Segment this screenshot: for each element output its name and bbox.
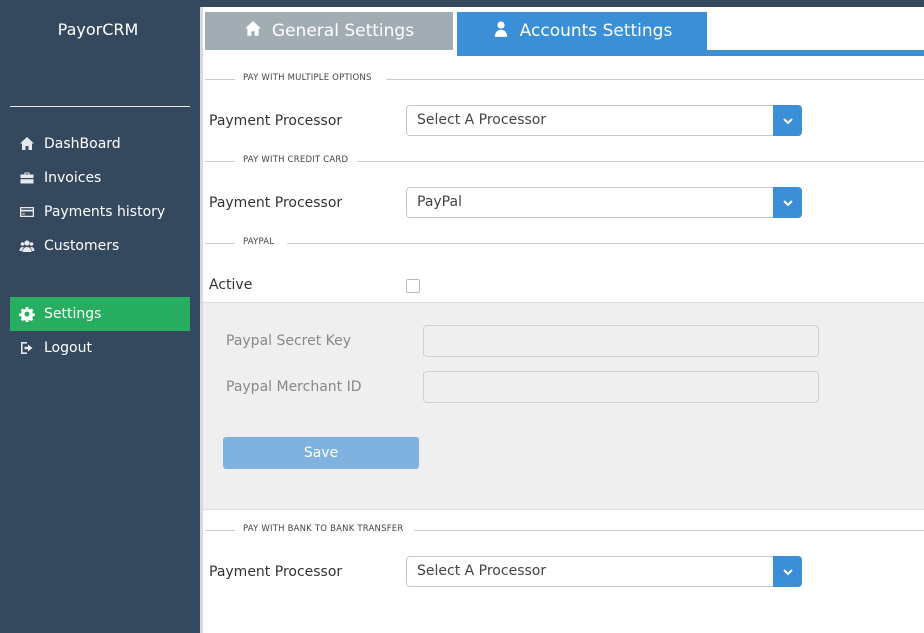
briefcase-icon bbox=[10, 170, 44, 186]
sidebar-item-dashboard[interactable]: DashBoard bbox=[10, 127, 190, 161]
payment-processor-label: Payment Processor bbox=[209, 564, 343, 580]
gear-icon bbox=[10, 306, 44, 322]
payment-processor-label: Payment Processor bbox=[209, 195, 343, 211]
paypal-merchant-id-input[interactable] bbox=[423, 371, 819, 403]
logout-icon bbox=[10, 340, 44, 356]
section-header-paypal: PAYPAL bbox=[205, 237, 924, 249]
tab-bar: General Settings Accounts Settings bbox=[203, 7, 924, 56]
active-label: Active bbox=[209, 277, 253, 293]
sidebar-item-invoices[interactable]: Invoices bbox=[10, 161, 190, 195]
user-icon bbox=[492, 20, 510, 43]
multiple-options-processor-select[interactable]: Select A Processor bbox=[406, 105, 802, 136]
tab-general-settings[interactable]: General Settings bbox=[205, 12, 453, 50]
select-value: PayPal bbox=[417, 194, 462, 210]
sidebar-item-label: Logout bbox=[44, 340, 92, 356]
sidebar-item-label: Settings bbox=[44, 306, 102, 322]
payment-processor-label: Payment Processor bbox=[209, 113, 343, 129]
credit-card-processor-select[interactable]: PayPal bbox=[406, 187, 802, 218]
select-value: Select A Processor bbox=[417, 112, 547, 128]
sidebar-item-label: Payments history bbox=[44, 204, 166, 220]
sidebar-item-customers[interactable]: Customers bbox=[10, 229, 190, 263]
section-title: PAY WITH CREDIT CARD bbox=[243, 155, 349, 165]
section-header-bank-transfer: PAY WITH BANK TO BANK TRANSFER bbox=[205, 524, 924, 536]
paypal-secret-key-input[interactable] bbox=[423, 325, 819, 357]
chevron-down-icon[interactable] bbox=[773, 556, 802, 587]
paypal-secret-key-label: Paypal Secret Key bbox=[226, 333, 352, 349]
brand-title[interactable]: PayorCRM bbox=[0, 20, 196, 39]
select-value: Select A Processor bbox=[417, 563, 547, 579]
tab-underline bbox=[457, 50, 924, 56]
section-header-multiple-options: PAY WITH MULTIPLE OPTIONS bbox=[205, 73, 924, 85]
sidebar-item-label: Invoices bbox=[44, 170, 102, 186]
section-title: PAY WITH MULTIPLE OPTIONS bbox=[243, 73, 372, 83]
active-checkbox[interactable] bbox=[406, 279, 420, 293]
home-icon bbox=[244, 20, 262, 43]
main-content: General Settings Accounts Settings PAY W… bbox=[200, 7, 924, 633]
bank-transfer-processor-select[interactable]: Select A Processor bbox=[406, 556, 802, 587]
home-icon bbox=[10, 136, 44, 152]
section-title: PAYPAL bbox=[243, 237, 275, 247]
sidebar-item-logout[interactable]: Logout bbox=[10, 331, 190, 365]
tab-label: General Settings bbox=[271, 21, 415, 41]
section-title: PAY WITH BANK TO BANK TRANSFER bbox=[243, 524, 404, 534]
sidebar-item-label: Customers bbox=[44, 238, 120, 254]
sidebar: PayorCRM DashBoard Invoices Payments his… bbox=[0, 0, 200, 633]
sidebar-item-payments-history[interactable]: Payments history bbox=[10, 195, 190, 229]
section-header-credit-card: PAY WITH CREDIT CARD bbox=[205, 155, 924, 167]
paypal-merchant-id-label: Paypal Merchant ID bbox=[226, 379, 362, 395]
credit-card-icon bbox=[10, 204, 44, 220]
save-button[interactable]: Save bbox=[223, 437, 419, 469]
sidebar-item-settings[interactable]: Settings bbox=[10, 297, 190, 331]
paypal-settings-panel: Paypal Secret Key Paypal Merchant ID Sav… bbox=[203, 302, 924, 510]
sidebar-item-label: DashBoard bbox=[44, 136, 121, 152]
users-icon bbox=[10, 238, 44, 254]
tab-accounts-settings[interactable]: Accounts Settings bbox=[457, 12, 707, 50]
tab-label: Accounts Settings bbox=[519, 21, 673, 41]
chevron-down-icon[interactable] bbox=[773, 187, 802, 218]
sidebar-divider bbox=[10, 106, 190, 107]
chevron-down-icon[interactable] bbox=[773, 105, 802, 136]
